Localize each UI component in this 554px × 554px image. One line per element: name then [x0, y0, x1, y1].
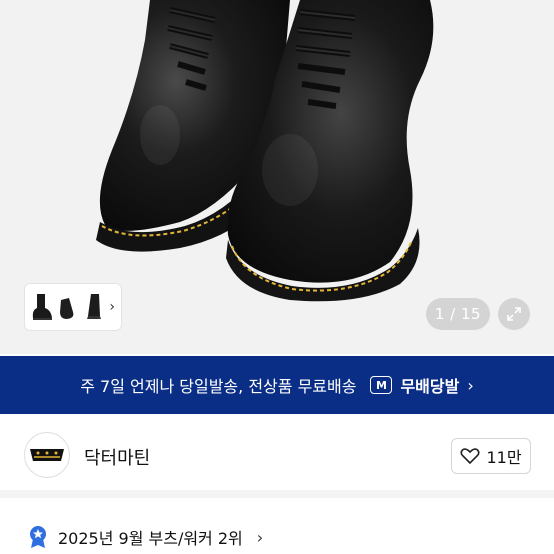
heart-icon	[460, 448, 480, 465]
image-counter: 1 / 15	[426, 298, 490, 330]
ribbon-star-icon	[30, 526, 46, 548]
shipping-promo-banner[interactable]: 주 7일 언제나 당일발송, 전상품 무료배송 M 무배당발 ›	[0, 356, 554, 414]
expand-icon	[507, 307, 521, 321]
boot-thumbnail-icon	[87, 294, 101, 319]
expand-button[interactable]	[498, 298, 530, 330]
dr-martens-logo-icon	[30, 449, 64, 461]
banner-text: 주 7일 언제나 당일발송, 전상품 무료배송	[80, 377, 357, 396]
ranking-text: 2025년 9월 부츠/워커 2위	[58, 529, 243, 548]
thumbnail-1[interactable]	[31, 289, 53, 325]
boot-thumbnail-icon	[60, 298, 74, 319]
brand-name[interactable]: 닥터마틴	[84, 444, 150, 470]
chevron-right-icon: ›	[467, 375, 474, 395]
like-count: 11만	[486, 448, 522, 467]
boot-thumbnail-icon	[32, 294, 52, 320]
like-button[interactable]: 11만	[451, 438, 531, 474]
thumbnail-2[interactable]	[57, 289, 79, 325]
thumbnail-strip[interactable]: ›	[24, 283, 122, 331]
delivery-badge-icon: M	[370, 376, 393, 394]
ranking-row[interactable]: 2025년 9월 부츠/워커 2위 ›	[0, 520, 554, 554]
chevron-right-icon[interactable]: ›	[109, 299, 115, 315]
chevron-right-icon: ›	[256, 527, 264, 547]
brand-logo[interactable]	[24, 432, 70, 478]
brand-row: 닥터마틴 11만	[0, 414, 554, 498]
thumbnail-3[interactable]	[83, 289, 105, 325]
product-image-gallery[interactable]: › 1 / 15	[0, 0, 554, 354]
banner-brand: 무배당발	[400, 377, 460, 396]
